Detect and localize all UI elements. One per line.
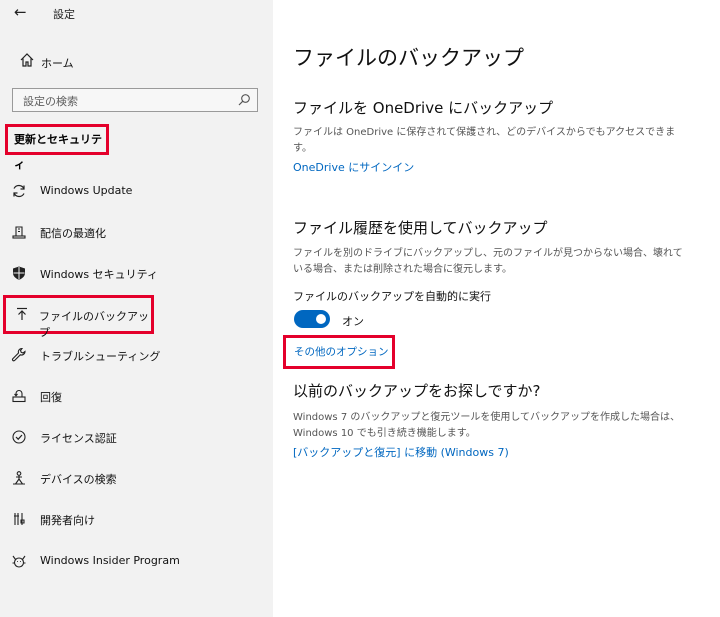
sidebar-item-home[interactable]: ホーム [0,48,273,74]
onedrive-signin-link[interactable]: OneDrive にサインイン [293,159,414,175]
sidebar-item-label: トラブルシューティング [40,350,161,363]
backup-restore-windows7-link[interactable]: [バックアップと復元] に移動 (Windows 7) [293,444,509,460]
sidebar-item-label: ライセンス認証 [40,432,117,445]
toggle-state-label: オン [342,315,364,328]
file-history-description: ファイルを別のドライブにバックアップし、元のファイルが見つからない場合、壊れてい… [293,248,683,275]
delivery-optimization-icon [12,226,26,239]
sidebar-item-label: 配信の最適化 [40,227,106,240]
more-options-link[interactable]: その他のオプション [283,335,395,369]
sidebar-item-troubleshooting[interactable]: トラブルシューティング [0,340,273,370]
sync-icon [13,184,25,198]
shield-icon [13,266,25,280]
auto-backup-label: ファイルのバックアップを自動的に実行 [293,290,491,303]
auto-backup-toggle[interactable] [294,310,330,328]
home-icon [20,53,34,67]
search-icon[interactable] [237,93,251,107]
sidebar-item-developers[interactable]: 開発者向け [0,504,273,534]
sidebar-item-label: 開発者向け [40,514,95,527]
insider-icon [12,555,26,568]
sidebar-item-windows-insider[interactable]: Windows Insider Program [0,546,273,576]
find-device-icon [13,471,25,485]
sidebar: ← 設定 ホーム 更新とセキュリティ Windows Update 配信の最適化 [0,0,273,617]
sidebar-item-label: Windows Update [40,184,133,197]
sidebar-item-label: 回復 [40,391,62,404]
sidebar-item-label: Windows セキュリティ [40,268,158,281]
wrench-icon [11,347,26,362]
sidebar-item-delivery-optimization[interactable]: 配信の最適化 [0,217,273,247]
file-history-heading: ファイル履歴を使用してバックアップ [293,219,548,237]
recovery-icon [12,390,26,403]
arrow-left-icon[interactable]: ← [14,3,27,21]
backup-upload-icon [17,307,27,320]
title-bar: ← 設定 [0,0,273,26]
sidebar-item-windows-security[interactable]: Windows セキュリティ [0,258,273,288]
onedrive-description: ファイルは OneDrive に保存されて保護され、どのデバイスからでもアクセス… [293,127,676,154]
toggle-knob [316,314,326,324]
sidebar-item-windows-update[interactable]: Windows Update [0,176,273,206]
search-field[interactable] [12,88,258,113]
sidebar-item-label: デバイスの検索 [40,473,117,486]
sidebar-item-file-backup[interactable]: ファイルのバックアップ [3,295,154,339]
sidebar-item-label: ホーム [41,57,74,70]
sidebar-item-label: ファイルのバックアップ [39,310,149,339]
older-backup-description: Windows 7 のバックアップと復元ツールを使用してバックアップを作成した場… [293,412,681,439]
sidebar-item-recovery[interactable]: 回復 [0,381,273,411]
sidebar-item-label: Windows Insider Program [40,554,180,567]
section-heading: 更新とセキュリティ [5,124,109,171]
developer-icon [14,513,25,525]
search-input[interactable] [13,89,235,113]
page-title: ファイルのバックアップ [293,46,524,70]
onedrive-heading: ファイルを OneDrive にバックアップ [293,99,554,117]
sidebar-item-find-device[interactable]: デバイスの検索 [0,463,273,493]
older-backup-heading: 以前のバックアップをお探しですか? [293,382,541,400]
app-title: 設定 [53,8,75,21]
main-content: ファイルのバックアップ ファイルを OneDrive にバックアップ ファイルは… [273,0,720,617]
sidebar-item-activation[interactable]: ライセンス認証 [0,422,273,452]
check-circle-icon [12,430,26,444]
